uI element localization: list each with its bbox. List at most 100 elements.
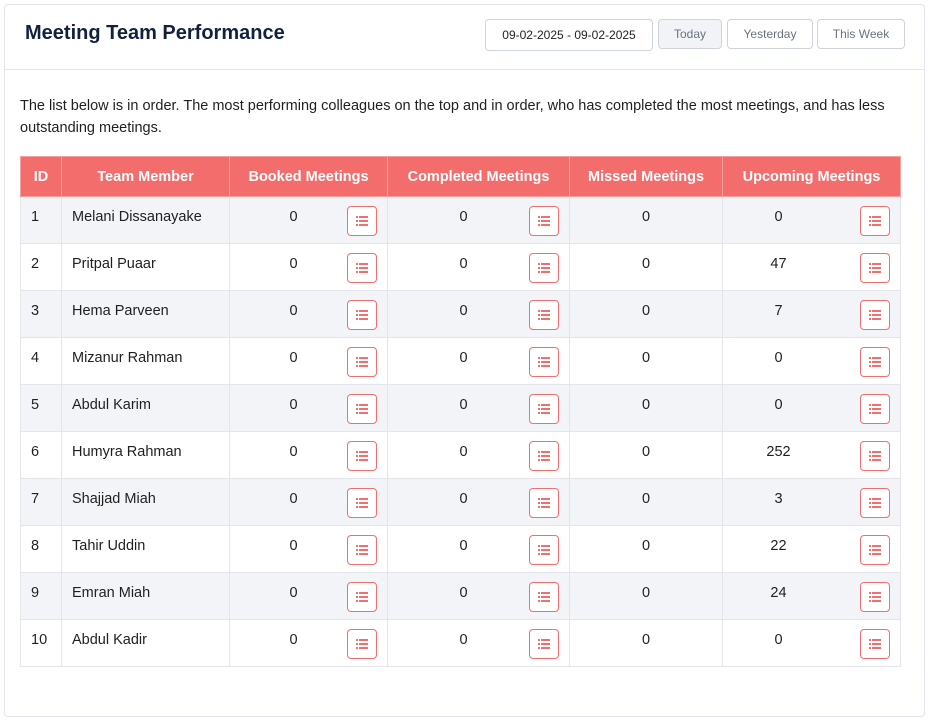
upcoming-cell: 0 bbox=[722, 619, 901, 667]
list-icon bbox=[869, 451, 881, 461]
list-icon bbox=[356, 357, 368, 367]
missed-count: 0 bbox=[641, 585, 651, 601]
booked-details-button[interactable] bbox=[347, 582, 377, 612]
team-member-name: Humyra Rahman bbox=[61, 431, 230, 479]
completed-count: 0 bbox=[459, 491, 468, 507]
team-member-name: Abdul Kadir bbox=[61, 619, 230, 667]
completed-count: 0 bbox=[459, 632, 468, 648]
this-week-button[interactable]: This Week bbox=[817, 19, 905, 49]
upcoming-details-button[interactable] bbox=[860, 441, 890, 471]
booked-count: 0 bbox=[289, 350, 298, 366]
intro-text: The list below is in order. The most per… bbox=[20, 98, 885, 136]
team-member-name: Pritpal Puaar bbox=[61, 243, 230, 291]
table-row: 6 Humyra Rahman 0 0 0 252 bbox=[20, 431, 901, 479]
missed-count: 0 bbox=[641, 444, 651, 460]
column-header-missed: Missed Meetings bbox=[569, 156, 723, 197]
upcoming-count: 47 bbox=[770, 256, 787, 272]
list-icon bbox=[869, 498, 881, 508]
upcoming-details-button[interactable] bbox=[860, 582, 890, 612]
upcoming-details-button[interactable] bbox=[860, 253, 890, 283]
yesterday-button[interactable]: Yesterday bbox=[727, 19, 813, 49]
upcoming-details-button[interactable] bbox=[860, 206, 890, 236]
booked-details-button[interactable] bbox=[347, 394, 377, 424]
row-id: 6 bbox=[20, 431, 62, 479]
page-title: Meeting Team Performance bbox=[25, 22, 285, 44]
missed-cell: 0 bbox=[569, 243, 723, 291]
completed-cell: 0 bbox=[387, 525, 570, 573]
completed-details-button[interactable] bbox=[529, 582, 559, 612]
upcoming-details-button[interactable] bbox=[860, 394, 890, 424]
completed-count: 0 bbox=[459, 256, 468, 272]
table-row: 3 Hema Parveen 0 0 0 7 bbox=[20, 290, 901, 338]
date-range-input[interactable]: 09-02-2025 - 09-02-2025 bbox=[485, 19, 653, 51]
completed-details-button[interactable] bbox=[529, 441, 559, 471]
completed-details-button[interactable] bbox=[529, 488, 559, 518]
upcoming-details-button[interactable] bbox=[860, 629, 890, 659]
team-member-name: Shajjad Miah bbox=[61, 478, 230, 526]
today-button[interactable]: Today bbox=[658, 19, 722, 49]
list-icon bbox=[869, 263, 881, 273]
table-row: 2 Pritpal Puaar 0 0 0 47 bbox=[20, 243, 901, 291]
booked-details-button[interactable] bbox=[347, 347, 377, 377]
list-icon bbox=[538, 545, 550, 555]
list-icon bbox=[356, 216, 368, 226]
upcoming-details-button[interactable] bbox=[860, 535, 890, 565]
list-icon bbox=[538, 639, 550, 649]
row-id: 10 bbox=[20, 619, 62, 667]
completed-details-button[interactable] bbox=[529, 629, 559, 659]
row-id: 7 bbox=[20, 478, 62, 526]
completed-cell: 0 bbox=[387, 431, 570, 479]
upcoming-details-button[interactable] bbox=[860, 488, 890, 518]
missed-cell: 0 bbox=[569, 525, 723, 573]
missed-count: 0 bbox=[641, 538, 651, 554]
completed-details-button[interactable] bbox=[529, 394, 559, 424]
booked-cell: 0 bbox=[229, 572, 388, 620]
booked-details-button[interactable] bbox=[347, 206, 377, 236]
missed-count: 0 bbox=[641, 303, 651, 319]
completed-cell: 0 bbox=[387, 196, 570, 244]
list-icon bbox=[356, 263, 368, 273]
completed-count: 0 bbox=[459, 209, 468, 225]
list-icon bbox=[356, 592, 368, 602]
list-icon bbox=[538, 310, 550, 320]
upcoming-count: 252 bbox=[766, 444, 791, 460]
row-id: 4 bbox=[20, 337, 62, 385]
column-header-id: ID bbox=[20, 156, 62, 197]
upcoming-cell: 7 bbox=[722, 290, 901, 338]
booked-details-button[interactable] bbox=[347, 488, 377, 518]
booked-details-button[interactable] bbox=[347, 629, 377, 659]
missed-cell: 0 bbox=[569, 290, 723, 338]
completed-details-button[interactable] bbox=[529, 535, 559, 565]
booked-details-button[interactable] bbox=[347, 441, 377, 471]
booked-details-button[interactable] bbox=[347, 300, 377, 330]
booked-count: 0 bbox=[289, 256, 298, 272]
missed-count: 0 bbox=[641, 397, 651, 413]
missed-cell: 0 bbox=[569, 572, 723, 620]
completed-count: 0 bbox=[459, 303, 468, 319]
completed-cell: 0 bbox=[387, 572, 570, 620]
row-id: 8 bbox=[20, 525, 62, 573]
booked-cell: 0 bbox=[229, 619, 388, 667]
completed-details-button[interactable] bbox=[529, 206, 559, 236]
list-icon bbox=[869, 310, 881, 320]
list-icon bbox=[869, 592, 881, 602]
missed-cell: 0 bbox=[569, 384, 723, 432]
completed-details-button[interactable] bbox=[529, 300, 559, 330]
upcoming-details-button[interactable] bbox=[860, 347, 890, 377]
list-icon bbox=[538, 404, 550, 414]
upcoming-cell: 47 bbox=[722, 243, 901, 291]
upcoming-count: 7 bbox=[774, 303, 783, 319]
list-icon bbox=[538, 216, 550, 226]
booked-cell: 0 bbox=[229, 196, 388, 244]
completed-cell: 0 bbox=[387, 243, 570, 291]
completed-details-button[interactable] bbox=[529, 253, 559, 283]
table-row: 7 Shajjad Miah 0 0 0 3 bbox=[20, 478, 901, 526]
list-icon bbox=[869, 357, 881, 367]
booked-details-button[interactable] bbox=[347, 253, 377, 283]
list-icon bbox=[356, 545, 368, 555]
booked-details-button[interactable] bbox=[347, 535, 377, 565]
upcoming-details-button[interactable] bbox=[860, 300, 890, 330]
row-id: 9 bbox=[20, 572, 62, 620]
completed-details-button[interactable] bbox=[529, 347, 559, 377]
booked-cell: 0 bbox=[229, 431, 388, 479]
